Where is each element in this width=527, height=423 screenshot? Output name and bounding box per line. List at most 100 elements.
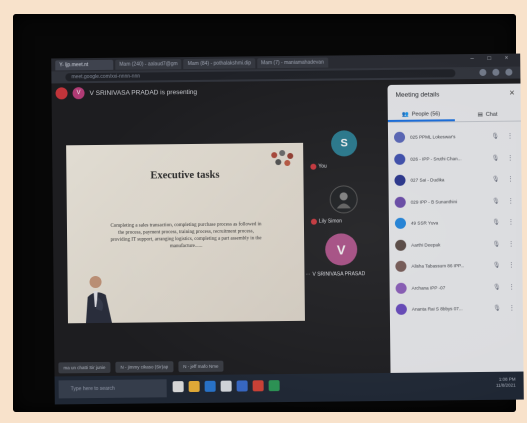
people-list: 025 PPML Lokeswar's 🎙 ⋮ 026 - IPP - Sruthi… [388,126,523,321]
participant-avatar: V [325,233,358,266]
mic-off-icon: 🎙 [492,284,501,291]
presenter-initial: V [72,87,85,100]
participant-name: Lily Simon [310,218,343,225]
control-pill[interactable]: N - jeff mafo Nme [178,360,224,372]
people-icon: 👥 [401,111,409,118]
presenting-label: V SRINIVASA PRADAD is presenting [89,88,198,97]
more-vert-icon[interactable]: ⋮ [508,240,514,247]
mail-icon[interactable] [236,380,248,392]
browser-tab[interactable]: Y- ljp.meet.nt [55,59,114,70]
participant-name: You [310,163,327,170]
avatar [394,218,407,230]
avatar [394,153,406,165]
mic-off-icon: 🎙 [492,241,501,248]
taskbar-app-icons [172,380,280,393]
browser-tab[interactable]: Mam (240) - aalaud7@gm [115,58,182,70]
avatar [395,261,407,273]
list-item[interactable]: Aarthi Deepak 🎙 ⋮ [389,233,522,256]
avatar [394,175,406,187]
participant-avatar-photo [329,185,358,214]
avatar [394,196,406,208]
window-controls[interactable]: – □ × [470,56,514,62]
mic-off-icon [310,163,317,170]
avatar [393,132,406,144]
avatar [395,282,407,294]
avatar [395,239,407,251]
windows-taskbar: Type here to search 1:08 PM 11/8/2021 [54,371,524,405]
participant-name-label: V SRINIVASA PRASAD [312,271,366,278]
mic-off-icon: 🎙 [491,134,500,141]
tab-people-label: People (56) [411,110,441,118]
extension-icon[interactable] [492,68,500,76]
chrome-icon[interactable] [252,380,264,392]
list-item[interactable]: 49 SSR Yuva 🎙 ⋮ [389,212,522,235]
list-item[interactable]: 029 IPP - B Sunanthini 🎙 ⋮ [389,190,522,213]
tab-chat[interactable]: ▤ Chat [454,108,521,122]
clock-date: 11/8/2021 [495,382,516,388]
mic-off-icon: 🎙 [492,263,501,270]
monitor-bezel: Y- ljp.meet.nt Mam (240) - aalaud7@gm Ma… [13,14,524,412]
more-dots-icon: ··· [305,271,311,278]
star-icon[interactable] [479,68,487,76]
mic-off-icon: 🎙 [491,177,500,184]
store-icon[interactable] [220,380,232,392]
taskbar-search-input[interactable]: Type here to search [58,379,167,399]
file-explorer-icon[interactable] [188,380,200,393]
presentation-slide: Executive tasks Completing a sales trans… [66,142,305,324]
list-item[interactable]: Ananta Rai S 8bbys 07... 🎙 ⋮ [390,298,523,321]
tab-people[interactable]: 👥 People (56) [387,108,455,122]
task-view-icon[interactable] [172,381,184,393]
person-name: 027 Sai - Dudika [410,177,445,183]
person-name: 49 SSR Yuva [410,220,439,226]
close-icon[interactable]: × [509,88,514,98]
presenter-avatar [55,87,68,100]
slide-title: Executive tasks [150,169,220,182]
more-vert-icon[interactable]: ⋮ [508,219,514,226]
mic-off-icon: 🎙 [493,306,501,313]
panel-title: Meeting details [395,91,440,99]
list-item[interactable]: 027 Sai - Dudika 🎙 ⋮ [388,169,521,192]
edge-icon[interactable] [204,380,216,392]
mic-off-icon: 🎙 [492,220,500,227]
participant-avatar: S [330,130,358,157]
more-vert-icon[interactable]: ⋮ [509,283,515,290]
url-field[interactable]: meet.google.com/xxi-nnnn-nnn [65,69,456,82]
more-vert-icon[interactable]: ⋮ [508,262,514,269]
presenting-banner: V V SRINIVASA PRADAD is presenting [51,80,381,103]
chat-icon: ▤ [477,111,483,118]
list-item[interactable]: Archana IPP -07 🎙 ⋮ [390,276,523,299]
participant-name-label: Lily Simon [318,218,343,225]
browser-tab[interactable]: Mam (7) - maniamahadevan [257,57,328,68]
control-pill[interactable]: ma un chatti Sir junie [58,361,111,373]
person-name: 026 - IPP - Sruthi Chan... [410,155,462,162]
avatar [395,304,407,316]
businessman-image [85,276,112,324]
browser-toolbar-icons [479,68,513,76]
more-vert-icon[interactable]: ⋮ [509,305,515,312]
system-tray-clock[interactable]: 1:08 PM 11/8/2021 [496,377,516,389]
slide-body: Completing a sales transaction, completi… [110,222,262,250]
mic-off-icon: 🎙 [491,155,500,162]
more-vert-icon[interactable]: ⋮ [507,133,513,140]
more-vert-icon[interactable]: ⋮ [507,154,513,161]
cogs-icon [271,150,294,166]
monitor-screen: Y- ljp.meet.nt Mam (240) - aalaud7@gm Ma… [51,53,524,405]
meeting-details-panel: Meeting details × 👥 People (56) ▤ Chat 0… [387,83,524,390]
panel-tabs: 👥 People (56) ▤ Chat [387,107,521,123]
profile-icon[interactable] [505,68,513,76]
list-item[interactable]: 026 - IPP - Sruthi Chan... 🎙 ⋮ [388,147,521,170]
more-vert-icon[interactable]: ⋮ [508,197,514,204]
browser-tab[interactable]: Mam (84) - pothalakshmi.dip [183,57,256,69]
list-item[interactable]: Alisha Tabassum 86 IPP... 🎙 ⋮ [389,255,522,278]
more-vert-icon[interactable]: ⋮ [507,176,513,183]
person-name: 025 PPML Lokeswar's [410,134,456,140]
participant-name: ··· V SRINIVASA PRASAD [305,271,365,278]
person-name: Aarthi Deepak [411,242,441,248]
control-pill[interactable]: N - jimmy cikaso (Sir)ap [115,360,174,373]
list-item[interactable]: 025 PPML Lokeswar's 🎙 ⋮ [388,126,521,149]
app-icon[interactable] [268,380,280,392]
person-photo-icon [336,192,351,209]
mic-off-icon [310,218,317,225]
person-name: Ananta Rai S 8bbys 07... [411,306,463,312]
person-name: Archana IPP -07 [411,285,446,291]
